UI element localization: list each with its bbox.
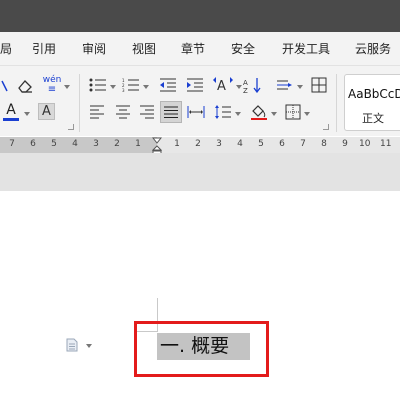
align-left-icon[interactable] (89, 104, 105, 120)
ruler-number: 4 (237, 139, 243, 149)
ruler-number: 11 (380, 139, 392, 149)
highlight-annotation (134, 321, 269, 377)
ruler-number: 2 (195, 139, 201, 149)
phonetic-guide-button[interactable]: wén ≡ (43, 75, 62, 95)
font-color-swatch (3, 118, 19, 121)
paragraph-layout-icon[interactable] (66, 338, 78, 352)
chevron-down-icon[interactable] (64, 85, 70, 89)
svg-text:3: 3 (122, 88, 125, 92)
chevron-down-icon[interactable] (304, 112, 310, 116)
menu-item-view[interactable]: 视图 (132, 40, 156, 57)
menu-item-security[interactable]: 安全 (231, 40, 255, 57)
chevron-down-icon[interactable] (297, 85, 303, 89)
ruler-number: 4 (72, 139, 78, 149)
ruler-number: 7 (9, 139, 15, 149)
title-bar (0, 0, 400, 32)
justify-icon (164, 106, 178, 118)
menu-item-references[interactable]: 引用 (32, 40, 56, 57)
ruler-number: 6 (30, 139, 36, 149)
ruler-number: 8 (321, 139, 327, 149)
ruler-number: 10 (359, 139, 371, 149)
divider (336, 74, 337, 132)
phonetic-guide-icon: ≡ (47, 83, 57, 95)
ruler-number: 1 (135, 139, 141, 149)
ruler-number: 5 (258, 139, 264, 149)
chevron-down-icon[interactable] (271, 112, 277, 116)
chevron-down-icon[interactable] (235, 112, 241, 116)
ruler-number: 6 (279, 139, 285, 149)
character-shading-button[interactable]: A (38, 103, 55, 120)
eraser-icon[interactable] (16, 77, 34, 95)
text-direction-icon[interactable]: A (212, 76, 234, 94)
paragraph-dialog-launcher-icon[interactable] (323, 124, 329, 130)
ruler-number: 5 (51, 139, 57, 149)
style-gallery-normal[interactable]: AaBbCcDd 正文 (344, 74, 400, 131)
ruler-number: 3 (216, 139, 222, 149)
distribute-icon[interactable] (187, 104, 205, 120)
ruler-number: 3 (93, 139, 99, 149)
chevron-down-icon[interactable] (24, 112, 30, 116)
svg-text:Z: Z (243, 87, 248, 93)
menu-bar: 局 引用 审阅 视图 章节 安全 开发工具 云服务 (0, 32, 400, 66)
borders-icon[interactable] (285, 104, 301, 120)
ribbon-toolbar: wén ≡ 123 A AZ A A AaBbCcD 正文 (0, 66, 400, 136)
chevron-down-icon[interactable] (110, 85, 116, 89)
ruler-number: 9 (342, 139, 348, 149)
menu-item-review[interactable]: 审阅 (82, 40, 106, 57)
menu-item-sections[interactable]: 章节 (181, 40, 205, 57)
line-spacing-icon[interactable] (214, 104, 232, 120)
shading-icon[interactable] (250, 103, 268, 121)
increase-indent-icon[interactable] (186, 77, 204, 93)
ruler-number: 2 (114, 139, 120, 149)
line-spacing-options-icon[interactable] (276, 77, 294, 93)
svg-text:A: A (243, 79, 248, 87)
style-name-label: 正文 (362, 112, 384, 125)
justify-button[interactable] (160, 101, 182, 123)
table-grid-icon[interactable] (311, 77, 327, 93)
chevron-down-icon[interactable] (143, 85, 149, 89)
menu-item-developer-tools[interactable]: 开发工具 (282, 40, 330, 57)
decrease-indent-icon[interactable] (159, 77, 177, 93)
font-color-button[interactable]: A (2, 102, 20, 122)
align-right-icon[interactable] (139, 104, 155, 120)
font-dialog-launcher-icon[interactable] (68, 124, 74, 130)
character-shading-icon: A (42, 104, 51, 119)
ruler-number: 7 (300, 139, 306, 149)
horizontal-ruler[interactable]: 7 6 5 4 3 2 1 1 2 3 4 5 6 7 8 9 10 11 (0, 137, 400, 153)
document-background (0, 153, 400, 191)
menu-item-cloud-services[interactable]: 云服务 (355, 40, 391, 57)
sort-icon[interactable]: AZ (243, 77, 263, 93)
style-sample-text: AaBbCcDd (348, 87, 400, 101)
svg-text:A: A (217, 79, 226, 94)
menu-item-insert[interactable]: 局 (0, 40, 12, 57)
divider (79, 74, 80, 132)
bullet-list-icon[interactable] (89, 77, 107, 93)
font-size-shrink-icon[interactable] (0, 78, 8, 94)
chevron-down-icon[interactable] (236, 85, 242, 89)
align-center-icon[interactable] (115, 104, 131, 120)
ruler-number: 1 (174, 139, 180, 149)
chevron-down-icon[interactable] (86, 344, 92, 348)
numbered-list-icon[interactable]: 123 (122, 77, 140, 93)
font-color-icon: A (6, 102, 16, 118)
